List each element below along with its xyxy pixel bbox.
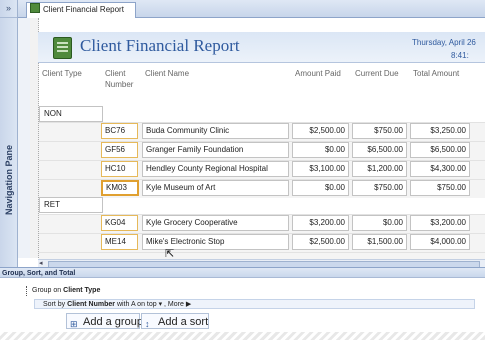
cell-amount-paid[interactable]: $0.00	[292, 142, 349, 158]
add-group-button[interactable]: ⊞ Add a group	[66, 313, 143, 329]
sort-field-select[interactable]: Client Number	[67, 301, 115, 308]
cell-total-amount[interactable]: $750.00	[410, 180, 470, 196]
header-client-number-line1[interactable]: Client	[105, 68, 125, 79]
header-client-type[interactable]: Client Type	[42, 68, 82, 79]
cell-amount-paid[interactable]: $2,500.00	[292, 123, 349, 139]
report-time[interactable]: 8:41:	[451, 51, 469, 60]
cell-amount-paid[interactable]: $3,200.00	[292, 215, 349, 231]
cell-current-due[interactable]: $750.00	[352, 123, 407, 139]
cell-amount-paid[interactable]: $2,500.00	[292, 234, 349, 250]
cell-client-name[interactable]: Kyle Museum of Art	[142, 180, 289, 196]
cell-client-number[interactable]: GF56	[101, 142, 138, 158]
scroll-left-icon[interactable]: ◂	[39, 259, 43, 267]
cell-total-amount[interactable]: $6,500.00	[410, 142, 470, 158]
sort-by-prefix: Sort by	[43, 301, 66, 308]
report-layout-view[interactable]: Client Financial Report Thursday, April …	[18, 18, 485, 267]
torn-edge	[0, 332, 485, 340]
add-sort-button[interactable]: ↕ Add a sort	[141, 313, 209, 329]
group-header-client-type[interactable]: NON	[39, 106, 103, 122]
cell-amount-paid[interactable]: $3,100.00	[292, 161, 349, 177]
add-group-label: Add a group	[83, 316, 143, 328]
group-on-prefix: Group on	[32, 287, 62, 294]
navigation-pane-label[interactable]: Navigation Pane	[4, 135, 14, 225]
group-field-select[interactable]: Client Type	[63, 287, 100, 294]
drag-handle-icon[interactable]	[26, 286, 30, 296]
mouse-cursor-icon: ⇱	[165, 248, 175, 260]
sort-by-row[interactable]: Sort by Client Number with A on top ▾ , …	[34, 299, 475, 309]
cell-total-amount[interactable]: $3,200.00	[410, 215, 470, 231]
tab-label: Client Financial Report	[43, 5, 124, 14]
expand-nav-pane-button[interactable]: »	[0, 0, 17, 18]
report-header: Client Financial Report Thursday, April …	[38, 32, 485, 63]
cell-current-due[interactable]: $1,500.00	[352, 234, 407, 250]
cell-total-amount[interactable]: $4,300.00	[410, 161, 470, 177]
header-current-due[interactable]: Current Due	[355, 68, 399, 79]
cell-client-number-selected[interactable]: KM03	[101, 180, 139, 196]
add-group-icon: ⊞	[70, 319, 78, 329]
add-sort-label: Add a sort	[158, 316, 209, 328]
group-sort-total-pane: Group, Sort, and Total Group on Client T…	[0, 267, 485, 340]
header-client-number-line2[interactable]: Number	[105, 79, 133, 90]
cell-client-number[interactable]: ME14	[101, 234, 138, 250]
header-amount-paid[interactable]: Amount Paid	[295, 68, 341, 79]
header-client-name[interactable]: Client Name	[145, 68, 189, 79]
add-sort-icon: ↕	[145, 319, 150, 329]
more-options-link[interactable]: , More ▶	[164, 301, 191, 308]
horizontal-scrollbar[interactable]: ◂	[38, 259, 485, 267]
cell-current-due[interactable]: $6,500.00	[352, 142, 407, 158]
report-title[interactable]: Client Financial Report	[80, 36, 240, 56]
cell-client-name[interactable]: Hendley County Regional Hospital	[142, 161, 289, 177]
group-header-client-type[interactable]: RET	[39, 197, 103, 213]
cell-client-name[interactable]: Buda Community Clinic	[142, 123, 289, 139]
report-icon	[30, 3, 40, 13]
group-sort-total-title: Group, Sort, and Total	[0, 267, 485, 278]
cell-client-number[interactable]: BC76	[101, 123, 138, 139]
header-total-amount[interactable]: Total Amount	[413, 68, 459, 79]
cell-current-due[interactable]: $750.00	[352, 180, 407, 196]
cell-client-name[interactable]: Granger Family Foundation	[142, 142, 289, 158]
cell-amount-paid[interactable]: $0.00	[292, 180, 349, 196]
cell-current-due[interactable]: $1,200.00	[352, 161, 407, 177]
cell-current-due[interactable]: $0.00	[352, 215, 407, 231]
sort-order-select[interactable]: with A on top ▾	[117, 301, 162, 308]
cell-total-amount[interactable]: $4,000.00	[410, 234, 470, 250]
report-logo-icon[interactable]	[53, 37, 72, 59]
cell-total-amount[interactable]: $3,250.00	[410, 123, 470, 139]
cell-client-number[interactable]: HC10	[101, 161, 138, 177]
cell-client-name[interactable]: Kyle Grocery Cooperative	[142, 215, 289, 231]
report-date[interactable]: Thursday, April 26	[412, 38, 476, 47]
tab-client-financial-report[interactable]: Client Financial Report	[26, 2, 136, 18]
group-on-row[interactable]: Group on Client Type	[32, 287, 100, 294]
cell-client-number[interactable]: KG04	[101, 215, 138, 231]
document-tab-bar: Client Financial Report	[18, 0, 485, 18]
